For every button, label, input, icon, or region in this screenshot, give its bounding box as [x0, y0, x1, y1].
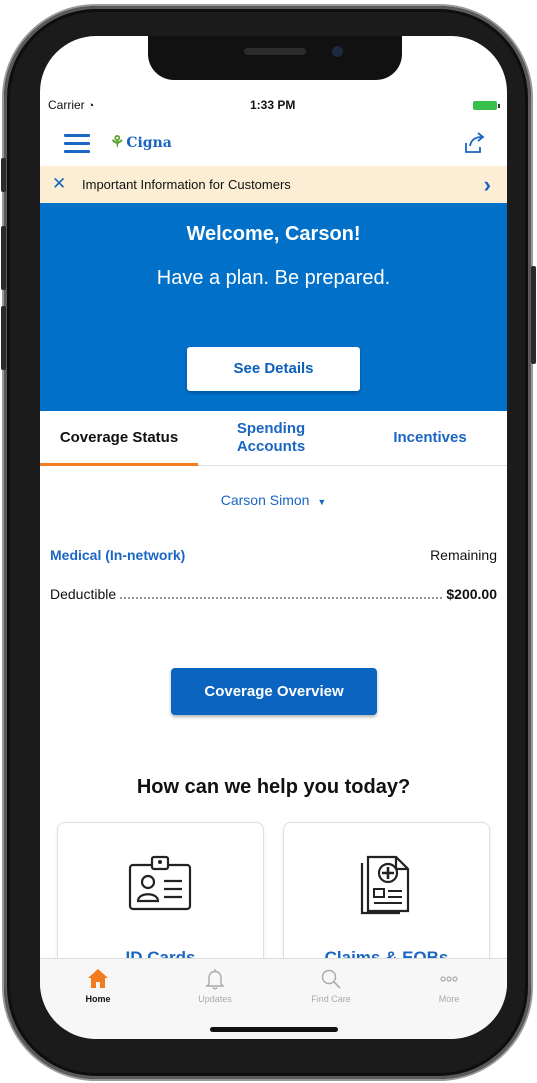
- tab-coverage-status[interactable]: Coverage Status: [40, 411, 198, 465]
- cigna-logo: ⚘ Cigna: [110, 132, 172, 151]
- coverage-tabs: Coverage Status Spending Accounts Incent…: [40, 411, 507, 466]
- deductible-amount: $200.00: [446, 586, 497, 602]
- hamburger-menu-icon[interactable]: [64, 134, 90, 154]
- welcome-hero: Welcome, Carson! Have a plan. Be prepare…: [40, 203, 507, 411]
- home-indicator: [210, 1027, 338, 1032]
- dotted-leader: [120, 597, 443, 599]
- welcome-subtitle: Have a plan. Be prepared.: [156, 267, 391, 289]
- volume-down-button: [1, 306, 6, 370]
- see-details-button[interactable]: See Details: [187, 347, 360, 391]
- speaker: [244, 48, 306, 55]
- welcome-title: Welcome, Carson!: [186, 223, 361, 245]
- help-heading: How can we help you today?: [136, 776, 411, 798]
- tab-bar-find-care[interactable]: Find Care: [291, 967, 371, 1004]
- id-card-icon: [128, 855, 192, 911]
- caret-down-icon: ▼: [317, 497, 327, 507]
- member-name: Carson Simon: [220, 492, 310, 508]
- tab-bar-home-label: Home: [85, 994, 111, 1004]
- notch: [148, 36, 402, 80]
- share-icon[interactable]: [461, 130, 487, 156]
- wifi-icon: ◔: [87, 100, 95, 112]
- tab-spending-accounts[interactable]: Spending Accounts: [212, 411, 330, 465]
- status-time: 1:33 PM: [250, 98, 296, 112]
- volume-up-button: [1, 226, 6, 290]
- status-bar: Carrier ◔ 1:33 PM: [40, 96, 507, 116]
- coverage-overview-button[interactable]: Coverage Overview: [171, 668, 377, 715]
- tab-bar-find-care-label: Find Care: [311, 994, 351, 1004]
- logo-text: Cigna: [126, 135, 172, 151]
- more-icon: [440, 976, 458, 982]
- tab-bar-more-label: More: [438, 994, 460, 1004]
- plan-label[interactable]: Medical (In-network): [50, 547, 185, 563]
- home-icon: [88, 969, 108, 988]
- tab-incentives[interactable]: Incentives: [370, 411, 490, 465]
- tab-bar-updates[interactable]: Updates: [175, 967, 255, 1004]
- member-selector[interactable]: Carson Simon ▼: [40, 492, 507, 508]
- info-banner[interactable]: ✕ Important Information for Customers ›: [40, 166, 507, 203]
- cigna-tree-icon: ⚘: [110, 132, 125, 151]
- mute-switch: [1, 158, 6, 192]
- claims-document-icon: [360, 855, 410, 915]
- active-tab-indicator: [40, 463, 198, 466]
- banner-text: Important Information for Customers: [82, 177, 291, 192]
- bell-icon: [205, 969, 225, 990]
- tab-bar-more[interactable]: More: [409, 967, 489, 1004]
- power-button: [531, 266, 536, 364]
- carrier-label: Carrier ◔: [48, 98, 94, 112]
- bottom-tab-bar: Home Updates Find Care More: [40, 958, 507, 1039]
- battery-icon: [473, 101, 500, 110]
- close-icon[interactable]: ✕: [52, 175, 66, 193]
- front-camera: [332, 46, 343, 57]
- deductible-row: Deductible $200.00: [50, 586, 497, 602]
- search-icon: [321, 969, 341, 989]
- tab-bar-updates-label: Updates: [198, 994, 232, 1004]
- remaining-label: Remaining: [430, 547, 497, 563]
- chevron-right-icon[interactable]: ›: [484, 172, 491, 198]
- deductible-label: Deductible: [50, 586, 117, 602]
- app-viewport: Carrier ◔ 1:33 PM ⚘ Cigna ✕ Important Info…: [40, 36, 507, 1039]
- carrier-text: Carrier: [48, 98, 85, 112]
- app-header: ⚘ Cigna: [40, 120, 507, 166]
- tab-bar-home[interactable]: Home: [58, 967, 138, 1004]
